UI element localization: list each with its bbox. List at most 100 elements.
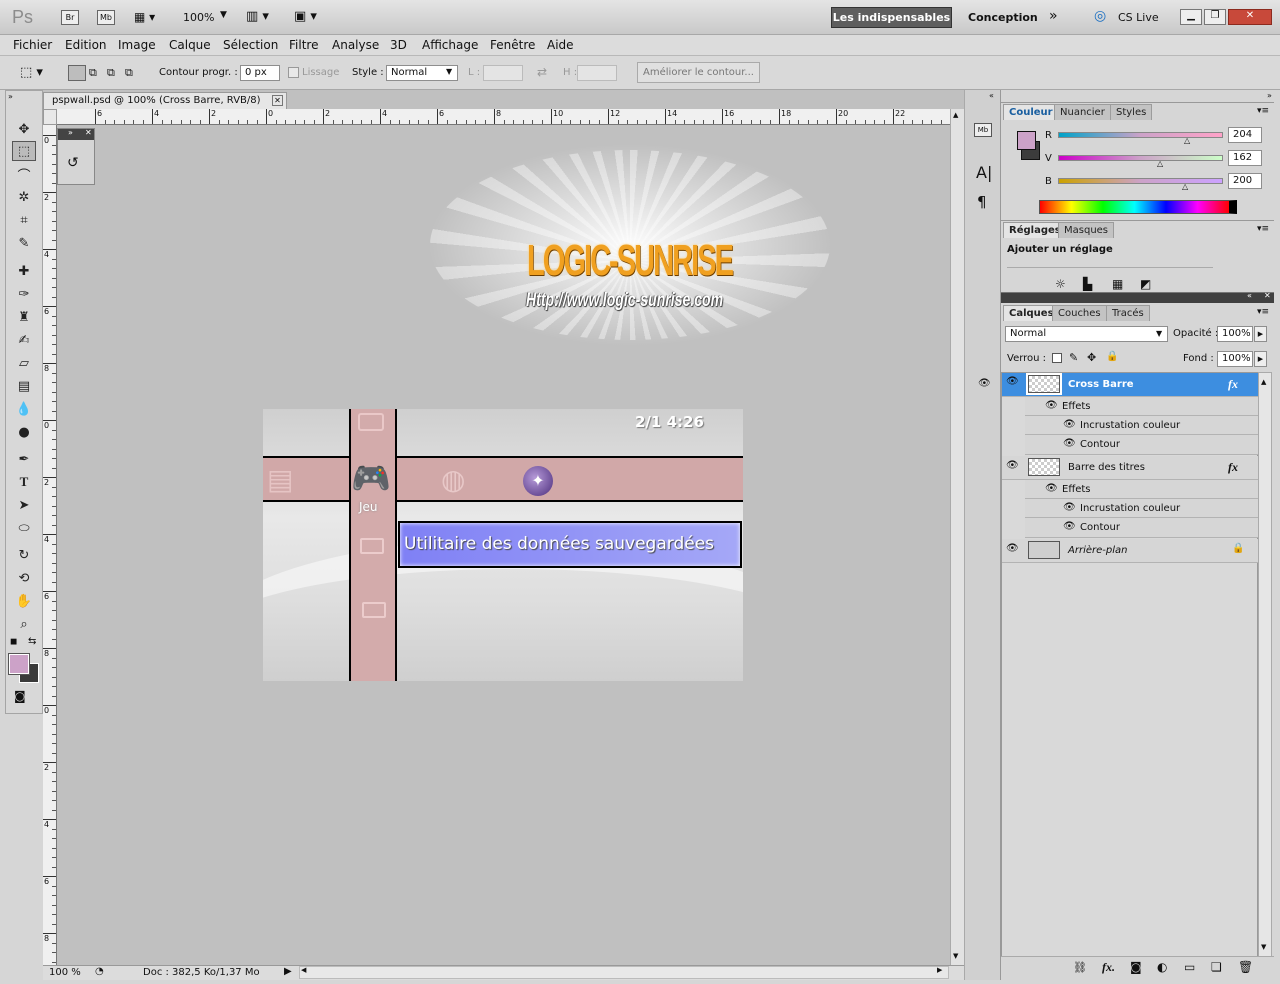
color-spectrum-ramp[interactable] [1039,200,1237,214]
effects-visibility-eye-icon[interactable]: 👁 [1045,483,1058,494]
color-panel-menu-icon[interactable]: ▾≡ [1257,106,1269,116]
layer-fx-icon[interactable]: fx [1228,377,1238,392]
scroll-down-icon[interactable]: ▼ [953,952,958,960]
lasso-tool-icon[interactable]: ⌒ [12,164,36,184]
layer-visibility-eye-icon[interactable]: 👁 [1006,543,1019,554]
channel-v-thumb-icon[interactable]: △ [1157,159,1163,168]
path-selection-tool-icon[interactable]: ➤ [12,495,36,515]
channel-r-thumb-icon[interactable]: △ [1184,136,1190,145]
layer-name[interactable]: Barre des titres [1068,462,1145,473]
channel-v-slider[interactable] [1058,155,1223,161]
blend-mode-select[interactable]: Normal [1005,326,1168,342]
screen-mode-icon[interactable]: ▣ ▾ [294,9,317,24]
hand-tool-icon[interactable]: ✋ [12,591,36,611]
link-layers-icon[interactable]: ⛓ [1073,961,1087,974]
fill-arrow-icon[interactable]: ▶ [1254,351,1267,367]
fill-input[interactable]: 100% [1217,351,1253,367]
eraser-tool-icon[interactable]: ▱ [12,353,36,373]
cs-live-icon[interactable]: ◎ [1094,8,1106,24]
quick-mask-icon[interactable]: ◙ [14,689,26,703]
layer-name[interactable]: Arrière-plan [1068,545,1127,556]
channel-b-value-box[interactable]: 200 [1228,173,1262,189]
color-fg-swatch[interactable] [1017,131,1036,150]
mini-panel-close-icon[interactable]: ✕ [85,128,92,137]
layer-name[interactable]: Cross Barre [1068,379,1134,390]
blur-tool-icon[interactable]: 💧 [12,399,36,419]
swap-dimensions-icon[interactable]: ⇄ [537,65,547,79]
restore-button[interactable]: ❐ [1204,9,1226,25]
vertical-scrollbar[interactable] [950,109,964,965]
brush-tool-icon[interactable]: ✑ [12,284,36,304]
zoom-dropdown-icon[interactable]: ▼ [220,10,227,20]
width-input[interactable] [483,65,523,81]
new-layer-icon[interactable]: ❏ [1211,960,1222,974]
3d-rotate-tool-icon[interactable]: ↻ [12,545,36,565]
layers-close-icon[interactable]: ✕ [1264,291,1271,300]
shape-tool-icon[interactable]: ⬭ [12,518,36,538]
layer-effect-row[interactable]: 👁 Contour [1025,518,1258,538]
layers-scrollbar[interactable] [1258,372,1272,957]
tab-traces[interactable]: Tracés [1106,305,1150,321]
scroll-right-icon[interactable]: ▶ [937,966,942,974]
menu-selection[interactable]: Sélection [223,38,278,52]
workspace-conception[interactable]: Conception [968,11,1038,24]
menu-fenetre[interactable]: Fenêtre [490,38,535,52]
panels-collapse-icon[interactable]: » [1267,91,1272,100]
menu-analyse[interactable]: Analyse [332,38,379,52]
tab-couches[interactable]: Couches [1052,305,1107,321]
crop-tool-icon[interactable]: ⌗ [12,210,36,230]
layer-visibility-eye-icon[interactable]: 👁 [1006,460,1019,471]
channel-b-slider[interactable] [1058,178,1223,184]
horizontal-scrollbar[interactable] [299,966,949,979]
lock-position-icon[interactable]: ✥ [1087,351,1096,364]
adjustments-menu-icon[interactable]: ▾≡ [1257,224,1269,234]
layer-visibility-eye-icon[interactable]: 👁 [1006,376,1019,387]
add-selection-icon[interactable]: ⧉ [89,66,97,80]
bridge-button[interactable]: Br [61,10,79,25]
brightness-adjust-icon[interactable]: ☼ [1055,277,1066,291]
layer-fx-icon[interactable]: fx [1228,460,1238,475]
history-brush-tool-icon[interactable]: ✍ [12,330,36,350]
layers-scroll-up-icon[interactable]: ▲ [1261,378,1266,386]
tab-masques[interactable]: Masques [1058,222,1115,238]
close-document-icon[interactable]: ✕ [272,95,283,106]
tab-couleur[interactable]: Couleur [1003,104,1059,120]
zoom-level-dropdown[interactable]: 100% [183,11,214,24]
menu-filtre[interactable]: Filtre [289,38,318,52]
dock-collapse-icon[interactable]: « [989,91,994,100]
feather-input[interactable]: 0 px [240,65,280,81]
foreground-color-swatch[interactable] [8,653,30,675]
menu-image[interactable]: Image [118,38,156,52]
antialias-checkbox[interactable] [288,67,299,78]
exposure-adjust-icon[interactable]: ◩ [1140,277,1151,291]
menu-3d[interactable]: 3D [390,38,407,52]
channel-r-value-box[interactable]: 204 [1228,127,1262,143]
default-colors-icon[interactable]: ◼ [10,637,17,647]
layer-row-barre-des-titres[interactable]: Barre des titres fx [1002,456,1258,480]
height-input[interactable] [577,65,617,81]
subtract-selection-icon[interactable]: ⧉ [107,66,115,80]
layer-effect-row[interactable]: 👁 Incrustation couleur [1025,416,1258,435]
more-workspaces-icon[interactable]: » [1049,8,1058,24]
add-style-icon[interactable]: fx. [1102,960,1115,975]
paragraph-panel-icon[interactable]: ¶ [977,193,987,211]
scroll-left-icon[interactable]: ◀ [301,966,306,974]
opacity-input[interactable]: 100% [1217,326,1253,342]
history-panel-icon[interactable]: ↺ [67,155,79,171]
layer-effects-row[interactable]: 👁 Effets [1025,397,1258,416]
clone-stamp-tool-icon[interactable]: ♜ [12,307,36,327]
add-mask-icon[interactable]: ◙ [1130,960,1142,974]
style-dropdown-icon[interactable]: ▼ [446,67,452,76]
scroll-up-icon[interactable]: ▲ [953,111,958,119]
new-selection-icon[interactable] [68,65,86,81]
gradient-tool-icon[interactable]: ▤ [12,376,36,396]
lock-all-icon[interactable]: 🔒 [1106,351,1118,362]
status-menu-arrow-icon[interactable]: ▶ [284,966,292,977]
refine-edge-button[interactable]: Améliorer le contour... [637,62,760,83]
effect-visibility-eye-icon[interactable]: 👁 [1063,521,1076,532]
new-group-icon[interactable]: ▭ [1184,960,1195,974]
channel-b-thumb-icon[interactable]: △ [1182,182,1188,191]
type-tool-icon[interactable]: T [12,472,36,492]
document-tab[interactable]: pspwall.psd @ 100% (Cross Barre, RVB/8) … [43,92,287,109]
tab-nuancier[interactable]: Nuancier [1054,104,1111,120]
